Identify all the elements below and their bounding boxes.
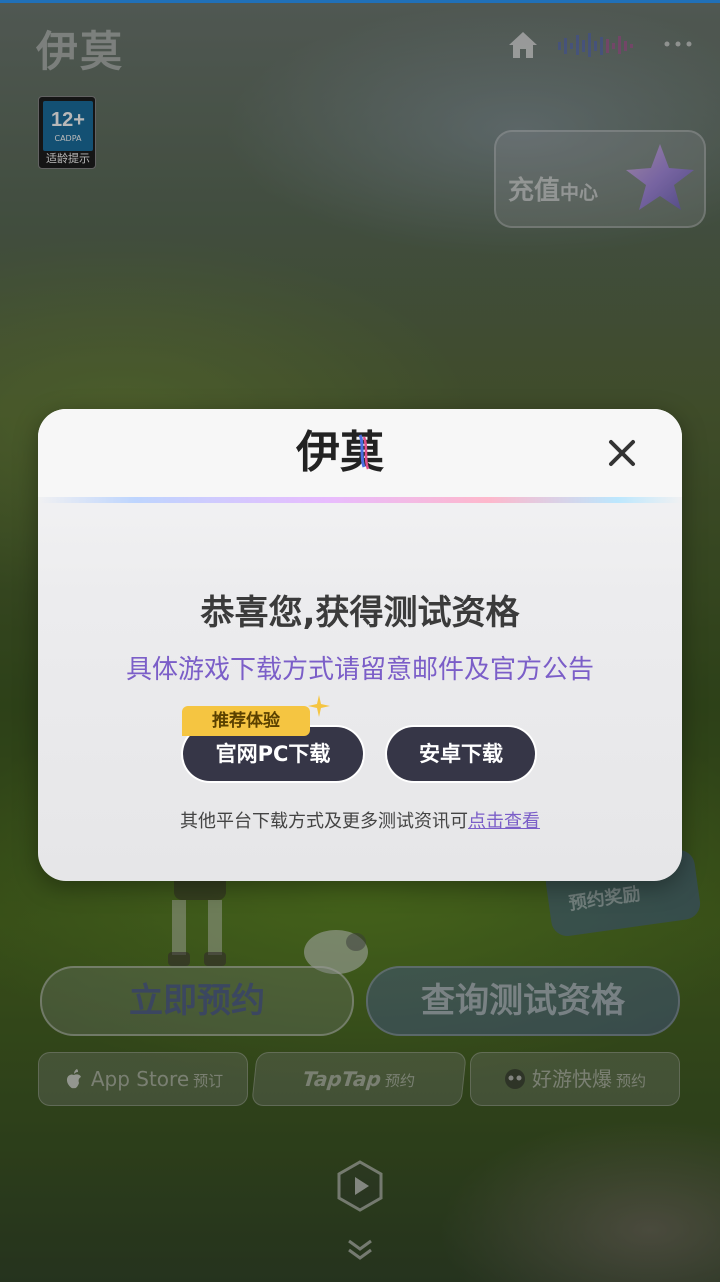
modal-subtitle: 具体游戏下载方式请留意邮件及官方公告 [125,655,594,685]
recommend-badge: 推荐体验 [182,706,310,736]
more-info-note: 其他平台下载方式及更多测试资讯可点击查看 [38,807,682,833]
modal-divider [38,497,682,503]
test-qualification-modal: 伊莫 恭喜您,获得测试资格 具体游戏下载方式请留意邮件及官方公告 官网PC下载 … [38,409,682,881]
more-info-text: 其他平台下载方式及更多测试资讯可 [180,811,468,832]
modal-logo: 伊莫 [295,427,384,478]
android-download-button[interactable]: 安卓下载 [387,727,535,781]
modal-title: 恭喜您,获得测试资格 [200,593,520,633]
sparkle-icon [308,695,330,717]
modal-logo-text: 伊莫 [295,427,384,478]
close-icon[interactable] [604,435,640,471]
view-more-link[interactable]: 点击查看 [468,811,540,832]
